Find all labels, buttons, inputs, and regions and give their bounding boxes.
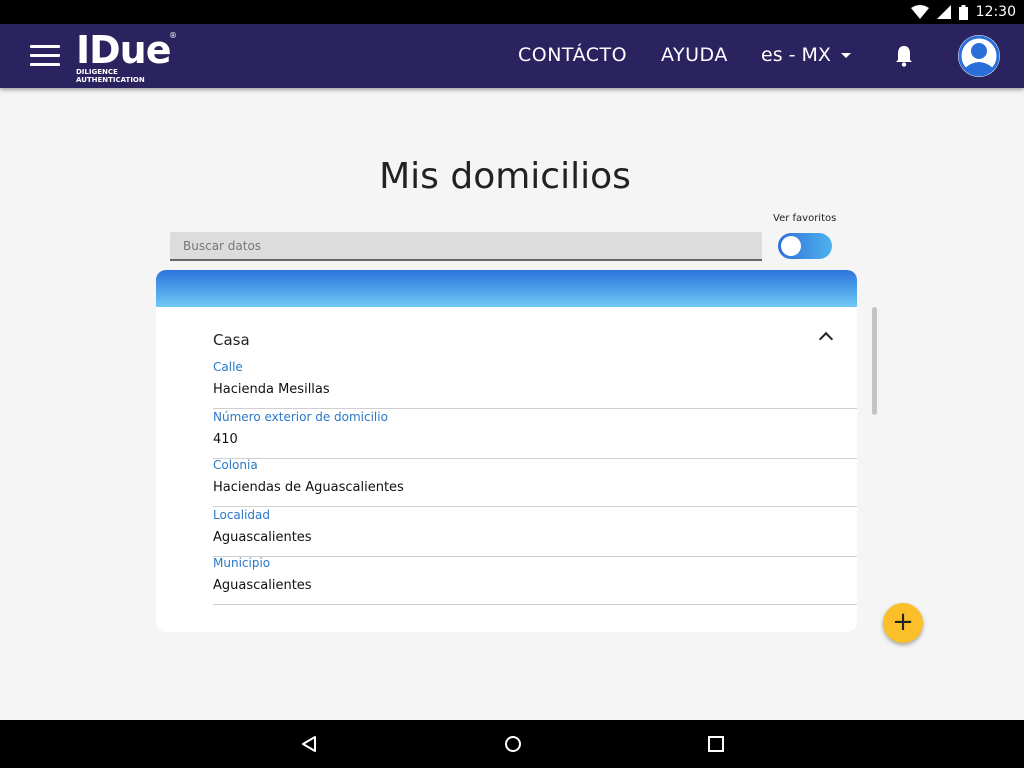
add-address-button[interactable]: + bbox=[883, 603, 923, 643]
nav-ayuda-link[interactable]: AYUDA bbox=[661, 44, 728, 66]
field-colonia: Colonia Haciendas de Aguascalientes bbox=[213, 458, 857, 507]
field-label: Localidad bbox=[213, 508, 271, 522]
logo[interactable]: IDue DILIGENCE AUTHENTICATION ® bbox=[76, 30, 186, 84]
field-localidad: Localidad Aguascalientes bbox=[213, 508, 857, 557]
home-icon[interactable] bbox=[503, 734, 523, 754]
menu-icon[interactable] bbox=[30, 45, 60, 67]
field-label: Calle bbox=[213, 360, 243, 374]
battery-icon bbox=[958, 4, 968, 20]
field-value: Aguascalientes bbox=[213, 530, 312, 545]
favorites-toggle[interactable] bbox=[778, 233, 832, 259]
section-header-casa[interactable]: Casa bbox=[213, 330, 834, 350]
field-value: 410 bbox=[213, 432, 238, 447]
search-field[interactable] bbox=[170, 232, 762, 261]
field-calle: Calle Hacienda Mesillas bbox=[213, 360, 857, 409]
address-card: Casa Calle Hacienda Mesillas Número exte… bbox=[156, 270, 857, 632]
field-value: Aguascalientes bbox=[213, 578, 312, 593]
scrollbar[interactable] bbox=[872, 307, 877, 415]
bell-icon[interactable] bbox=[893, 44, 915, 68]
field-value: Hacienda Mesillas bbox=[213, 382, 330, 397]
page-title: Mis domicilios bbox=[379, 156, 631, 197]
caret-down-icon bbox=[840, 52, 851, 58]
nav-contacto-link[interactable]: CONTÁCTO bbox=[518, 44, 627, 66]
toggle-knob bbox=[781, 236, 801, 256]
status-icons: 12:30 bbox=[910, 0, 1016, 24]
card-header bbox=[156, 270, 857, 307]
status-time: 12:30 bbox=[975, 4, 1016, 20]
field-label: Colonia bbox=[213, 458, 258, 472]
app-bar: IDue DILIGENCE AUTHENTICATION ® CONTÁCTO… bbox=[0, 24, 1024, 88]
field-value: Haciendas de Aguascalientes bbox=[213, 480, 404, 495]
language-select[interactable]: es - MX bbox=[761, 44, 851, 66]
search-input[interactable] bbox=[170, 232, 762, 259]
wifi-icon bbox=[910, 5, 929, 19]
user-icon bbox=[958, 35, 1000, 77]
field-label: Número exterior de domicilio bbox=[213, 410, 388, 424]
field-municipio: Municipio Aguascalientes bbox=[213, 556, 857, 605]
status-bar: 12:30 bbox=[0, 0, 1024, 24]
system-nav-bar bbox=[0, 720, 1024, 768]
field-numero-exterior: Número exterior de domicilio 410 bbox=[213, 410, 857, 459]
logo-registered-mark: ® bbox=[169, 31, 177, 40]
section-title: Casa bbox=[213, 331, 250, 349]
avatar-icon[interactable] bbox=[958, 35, 1000, 77]
cell-signal-icon bbox=[936, 5, 951, 19]
favorites-label: Ver favoritos bbox=[773, 213, 837, 224]
language-value: es - MX bbox=[761, 44, 831, 66]
chevron-up-icon[interactable] bbox=[818, 331, 834, 347]
recents-icon[interactable] bbox=[706, 734, 726, 754]
field-label: Municipio bbox=[213, 556, 271, 570]
back-icon[interactable] bbox=[299, 734, 319, 754]
